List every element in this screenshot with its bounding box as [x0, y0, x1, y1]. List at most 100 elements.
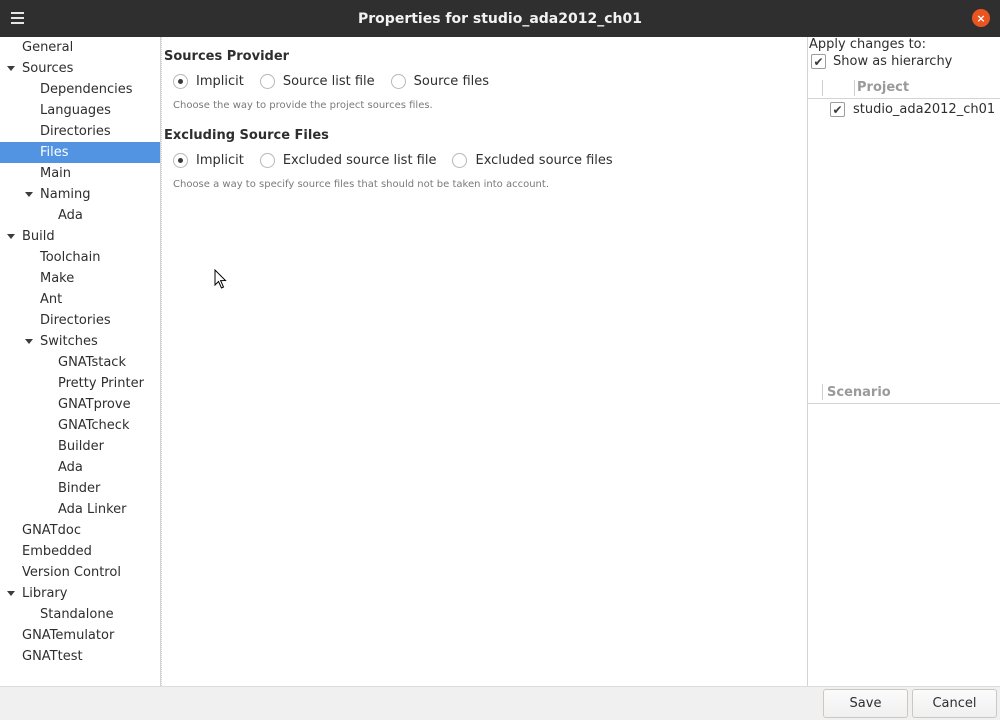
- expander-arrow-icon[interactable]: [25, 339, 33, 344]
- project-name: studio_ada2012_ch01: [853, 102, 996, 117]
- tree-item-standalone[interactable]: Standalone: [0, 604, 160, 625]
- cancel-button[interactable]: Cancel: [912, 689, 997, 718]
- tree-item-label: Ant: [40, 292, 63, 307]
- tree-item-directories[interactable]: Directories: [0, 121, 160, 142]
- tree-item-gnattest[interactable]: GNATtest: [0, 646, 160, 667]
- checkmark-icon[interactable]: ✔: [830, 102, 845, 117]
- project-header-label: Project: [857, 80, 910, 95]
- radio-excluded-source-list-file[interactable]: Excluded source list file: [259, 153, 437, 168]
- expander-arrow-icon[interactable]: [7, 234, 15, 239]
- tree-item-label: Build: [22, 229, 55, 244]
- tree-item-gnatprove[interactable]: GNATprove: [0, 394, 160, 415]
- expander-arrow-icon[interactable]: [25, 192, 33, 197]
- tree-item-label: Library: [22, 586, 68, 601]
- tree-item-label: Embedded: [22, 544, 92, 559]
- checkmark-icon: ✔: [811, 54, 826, 69]
- tree-item-label: Standalone: [40, 607, 114, 622]
- radio-label: Implicit: [196, 74, 244, 89]
- project-row[interactable]: ✔ studio_ada2012_ch01: [830, 102, 995, 117]
- radio-label: Excluded source list file: [282, 153, 437, 168]
- tree-item-label: Pretty Printer: [58, 376, 144, 391]
- expander-arrow-icon[interactable]: [7, 591, 15, 596]
- radio-indicator: [452, 153, 468, 168]
- tree-item-gnatstack[interactable]: GNATstack: [0, 352, 160, 373]
- scenario-header-label: Scenario: [827, 385, 891, 400]
- tree-item-label: GNATcheck: [58, 418, 130, 433]
- radio-selected-indicator: [173, 74, 188, 89]
- tree-item-label: Ada: [58, 460, 83, 475]
- tree-item-builder[interactable]: Builder: [0, 436, 160, 457]
- tree-item-gnatdoc[interactable]: GNATdoc: [0, 520, 160, 541]
- tree-item-label: Ada Linker: [58, 502, 127, 517]
- tree-item-embedded[interactable]: Embedded: [0, 541, 160, 562]
- show-as-hierarchy-checkbox[interactable]: ✔ Show as hierarchy: [811, 54, 952, 69]
- tree-item-version-control[interactable]: Version Control: [0, 562, 160, 583]
- tree-item-label: Toolchain: [40, 250, 101, 265]
- mouse-pointer-icon: [214, 269, 227, 289]
- tree-item-label: Dependencies: [40, 82, 133, 97]
- tree-item-switches[interactable]: Switches: [0, 331, 160, 352]
- tree-item-label: Directories: [40, 313, 111, 328]
- tree-item-gnatemulator[interactable]: GNATemulator: [0, 625, 160, 646]
- tree-item-label: Binder: [58, 481, 101, 496]
- close-icon: ×: [976, 11, 986, 25]
- scenario-column-header[interactable]: Scenario: [808, 381, 1000, 404]
- radio-source-files[interactable]: Source files: [390, 74, 490, 89]
- project-column-header[interactable]: Project: [808, 77, 1000, 99]
- tree-item-build[interactable]: Build: [0, 226, 160, 247]
- radio-excluding-implicit[interactable]: Implicit: [173, 153, 244, 168]
- category-tree: General Sources Dependencies Languages Direc…: [0, 37, 161, 686]
- excluding-source-files-title: Excluding Source Files: [164, 128, 329, 143]
- excluding-options: Implicit Excluded source list file Exclu…: [173, 153, 629, 168]
- radio-label: Source files: [413, 74, 490, 89]
- tree-item-files[interactable]: Files: [0, 142, 160, 163]
- radio-label: Source list file: [282, 74, 375, 89]
- apply-changes-label: Apply changes to:: [809, 37, 927, 52]
- tree-item-pretty-printer[interactable]: Pretty Printer: [0, 373, 160, 394]
- radio-selected-indicator: [173, 153, 188, 168]
- tree-item-gnatcheck[interactable]: GNATcheck: [0, 415, 160, 436]
- tree-item-ant[interactable]: Ant: [0, 289, 160, 310]
- show-as-hierarchy-label: Show as hierarchy: [833, 54, 953, 69]
- tree-item-ada[interactable]: Ada: [0, 205, 160, 226]
- dialog-button-bar: Save Cancel: [0, 686, 1000, 720]
- radio-sources-implicit[interactable]: Implicit: [173, 74, 244, 89]
- tree-item-ada-linker[interactable]: Ada Linker: [0, 499, 160, 520]
- radio-indicator: [390, 74, 406, 89]
- tree-item-label: Naming: [40, 187, 91, 202]
- tree-item-label: Ada: [58, 208, 83, 223]
- tree-item-make[interactable]: Make: [0, 268, 160, 289]
- sources-provider-options: Implicit Source list file Source files: [173, 74, 505, 89]
- tree-item-general[interactable]: General: [0, 37, 160, 58]
- tree-item-binder[interactable]: Binder: [0, 478, 160, 499]
- tree-item-sources[interactable]: Sources: [0, 58, 160, 79]
- tree-item-label: Make: [40, 271, 75, 286]
- tree-item-dependencies[interactable]: Dependencies: [0, 79, 160, 100]
- column-separator: [822, 384, 823, 400]
- tree-item-naming[interactable]: Naming: [0, 184, 160, 205]
- tree-item-label: GNATprove: [58, 397, 131, 412]
- tree-item-label: Version Control: [22, 565, 121, 580]
- radio-source-list-file[interactable]: Source list file: [259, 74, 375, 89]
- tree-item-label: Switches: [40, 334, 98, 349]
- hamburger-menu-icon[interactable]: [11, 12, 24, 24]
- expander-arrow-icon[interactable]: [7, 66, 15, 71]
- tree-item-label: GNATdoc: [22, 523, 81, 538]
- radio-indicator: [259, 153, 275, 168]
- save-button[interactable]: Save: [823, 689, 908, 718]
- tree-item-label: Main: [40, 166, 72, 181]
- excluding-hint: Choose a way to specify source files tha…: [173, 179, 549, 190]
- radio-excluded-source-files[interactable]: Excluded source files: [452, 153, 613, 168]
- tree-item-languages[interactable]: Languages: [0, 100, 160, 121]
- sources-provider-hint: Choose the way to provide the project so…: [173, 100, 433, 111]
- tree-item-library[interactable]: Library: [0, 583, 160, 604]
- tree-item-directories[interactable]: Directories: [0, 310, 160, 331]
- column-separator: [854, 80, 855, 96]
- tree-item-label: Builder: [58, 439, 104, 454]
- radio-label: Excluded source files: [475, 153, 613, 168]
- tree-item-main[interactable]: Main: [0, 163, 160, 184]
- close-button[interactable]: ×: [972, 9, 990, 27]
- files-settings-panel: Sources Provider Implicit Source list fi…: [161, 37, 807, 686]
- tree-item-ada[interactable]: Ada: [0, 457, 160, 478]
- tree-item-toolchain[interactable]: Toolchain: [0, 247, 160, 268]
